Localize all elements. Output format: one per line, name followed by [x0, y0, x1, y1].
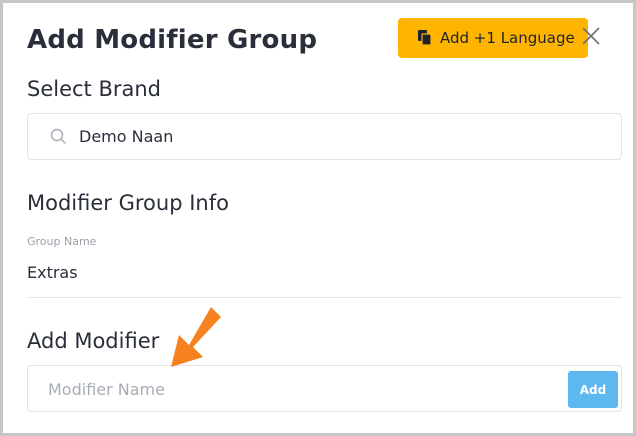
copy-icon [418, 30, 432, 46]
annotation-arrow-icon [171, 307, 221, 367]
modifier-group-info-heading: Modifier Group Info [27, 191, 229, 215]
add-modifier-heading: Add Modifier [27, 329, 160, 353]
select-brand-heading: Select Brand [27, 77, 162, 101]
group-name-label: Group Name [27, 235, 97, 248]
search-icon [50, 128, 66, 144]
brand-search-field[interactable]: Demo Naan [27, 113, 622, 160]
divider [27, 297, 622, 298]
modal-dialog: Add Modifier Group Add +1 Language Selec… [0, 0, 636, 436]
add-language-button[interactable]: Add +1 Language [398, 18, 588, 58]
modifier-input-group: Add [27, 365, 622, 412]
brand-search-value: Demo Naan [79, 127, 174, 146]
modifier-name-input[interactable] [48, 377, 548, 401]
close-icon[interactable] [580, 25, 602, 47]
add-modifier-button[interactable]: Add [568, 371, 618, 408]
group-name-value[interactable]: Extras [27, 263, 78, 282]
add-language-label: Add +1 Language [440, 29, 575, 47]
dialog-title: Add Modifier Group [27, 25, 318, 55]
